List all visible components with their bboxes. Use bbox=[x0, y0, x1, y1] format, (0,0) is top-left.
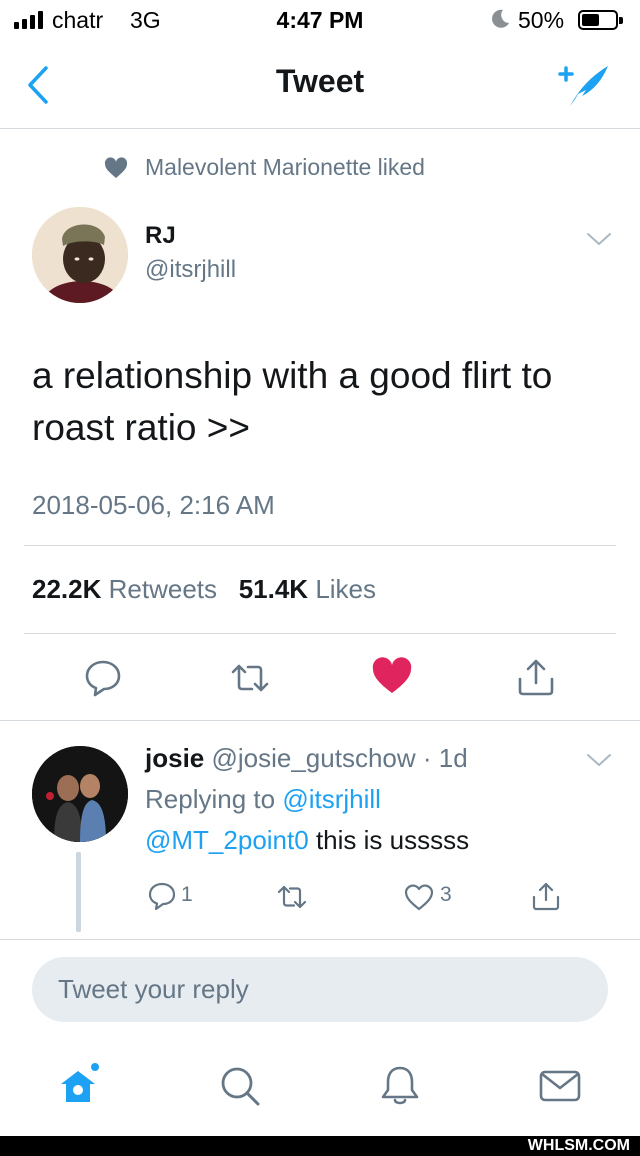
likes-label[interactable]: Likes bbox=[315, 574, 376, 604]
reply-body: this is usssss bbox=[315, 825, 470, 855]
avatar[interactable] bbox=[32, 746, 128, 842]
reply-text: @MT_2point0 this is usssss bbox=[145, 825, 469, 856]
author-name[interactable]: RJ bbox=[145, 222, 176, 250]
reply-author-name[interactable]: josie bbox=[145, 743, 204, 773]
share-icon[interactable] bbox=[531, 881, 561, 911]
replying-prefix: Replying to bbox=[145, 784, 276, 814]
notifications-icon[interactable] bbox=[378, 1064, 422, 1108]
nav-divider bbox=[0, 128, 640, 129]
retweet-icon[interactable] bbox=[230, 658, 270, 698]
stats-bottom-divider bbox=[24, 633, 616, 634]
retweets-label[interactable]: Retweets bbox=[109, 574, 217, 604]
battery-percent: 50% bbox=[518, 7, 565, 33]
home-icon[interactable] bbox=[56, 1063, 100, 1107]
tweet-stats: 22.2K Retweets 51.4K Likes bbox=[32, 574, 376, 605]
do-not-disturb-moon-icon bbox=[492, 9, 509, 28]
actions-divider bbox=[0, 720, 640, 721]
page-title: Tweet bbox=[275, 63, 365, 99]
tweet-timestamp: 2018-05-06, 2:16 AM bbox=[32, 490, 275, 520]
heart-icon[interactable] bbox=[404, 882, 434, 912]
social-context-text: Malevolent Marionette liked bbox=[145, 154, 425, 180]
reply-count: 1 bbox=[181, 883, 193, 906]
replying-to: Replying to @itsrjhill bbox=[145, 784, 381, 815]
compose-tweet-icon[interactable] bbox=[556, 60, 612, 110]
retweets-count[interactable]: 22.2K bbox=[32, 574, 101, 604]
stats-top-divider bbox=[24, 545, 616, 546]
retweet-icon[interactable] bbox=[277, 882, 307, 912]
author-handle[interactable]: @itsrjhill bbox=[145, 256, 236, 284]
reply-icon[interactable] bbox=[83, 658, 123, 698]
watermark-text: WHLSM.COM bbox=[527, 1137, 630, 1154]
search-icon[interactable] bbox=[218, 1064, 262, 1108]
battery-icon bbox=[578, 10, 623, 30]
tweet-text: a relationship with a good flirt to roas… bbox=[32, 350, 622, 454]
status-bar: chatr 3G 4:47 PM 50% bbox=[0, 0, 640, 42]
replying-to-handle[interactable]: @itsrjhill bbox=[282, 784, 381, 814]
reply-time: · 1d bbox=[422, 743, 468, 773]
tweet-reply-input[interactable]: Tweet your reply bbox=[32, 957, 608, 1022]
watermark: WHLSM.COM bbox=[0, 1136, 640, 1156]
reply-icon[interactable] bbox=[147, 881, 177, 911]
mention-link[interactable]: @MT_2point0 bbox=[145, 825, 309, 855]
reply-divider bbox=[0, 939, 640, 940]
like-count: 3 bbox=[440, 883, 452, 906]
heart-icon bbox=[104, 157, 128, 178]
likes-count[interactable]: 51.4K bbox=[239, 574, 308, 604]
reply-header: josie @josie_gutschow · 1d bbox=[145, 743, 468, 774]
like-heart-icon[interactable] bbox=[372, 656, 412, 696]
thread-line bbox=[76, 852, 81, 932]
tweet-text-line: roast ratio >> bbox=[32, 407, 251, 448]
share-icon[interactable] bbox=[516, 657, 556, 697]
chevron-down-icon[interactable] bbox=[586, 231, 612, 247]
chevron-down-icon[interactable] bbox=[586, 752, 612, 768]
messages-icon[interactable] bbox=[538, 1064, 582, 1108]
reply-author-handle[interactable]: @josie_gutschow bbox=[211, 743, 415, 773]
tweet-text-line: a relationship with a good flirt to bbox=[32, 355, 553, 396]
avatar[interactable] bbox=[32, 207, 128, 303]
